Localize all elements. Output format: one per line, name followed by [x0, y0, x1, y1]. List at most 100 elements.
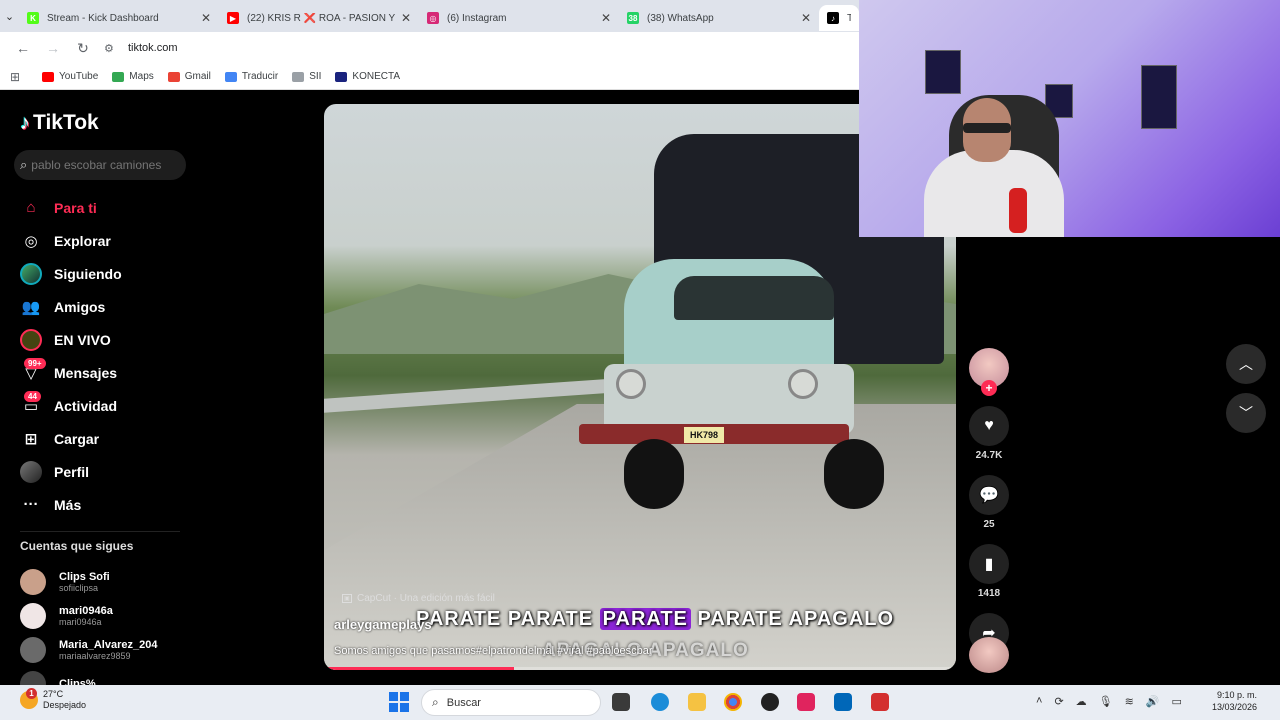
bookmark-item[interactable]: YouTube [42, 71, 98, 82]
browser-tab[interactable]: K Stream - Kick Dashboard ✕ [19, 5, 219, 31]
chrome-icon[interactable] [724, 693, 742, 711]
tiktok-app-icon[interactable] [797, 693, 815, 711]
nav-item[interactable]: ··· Más [20, 488, 190, 521]
wall-poster [1141, 65, 1177, 129]
heart-icon[interactable]: ♥ [969, 406, 1009, 446]
following-account[interactable]: mari0946a mari0946a [20, 599, 190, 633]
browser-tab[interactable]: ▶ (22) KRIS R ❌ ROA - PASION Y ✕ [219, 5, 419, 31]
battery-icon[interactable]: ▭ [1172, 695, 1182, 708]
video-author[interactable]: arleygameplays [334, 617, 432, 632]
sync-icon[interactable]: ⟳ [1054, 695, 1063, 708]
nav-item[interactable]: EN VIVO [20, 323, 190, 356]
follow-plus-icon[interactable]: + [981, 380, 997, 396]
nav-glyph: ⌂ [26, 199, 36, 216]
webcam-overlay [859, 0, 1280, 237]
clock[interactable]: 9:10 p. m. 13/03/2026 [1212, 689, 1257, 713]
video-guardrail [324, 379, 604, 413]
system-tray: ˄ ⟳ ☁ 🎙 ≋ 🔊 ▭ [1036, 695, 1194, 708]
nav-item[interactable]: ⌂ Para ti [20, 191, 190, 224]
following-account[interactable]: Clips Sofi sofiiclipsa [20, 565, 190, 599]
capcut-label[interactable]: ▣ CapCut · Una edición más fácil [342, 593, 495, 604]
nav-item[interactable]: Siguiendo [20, 257, 190, 290]
browser-tab[interactable]: 38 (38) WhatsApp ✕ [619, 5, 819, 31]
search-input[interactable] [31, 158, 172, 172]
comment-icon[interactable]: 💬 [969, 475, 1009, 515]
nav-label: Para ti [54, 199, 97, 216]
close-tab-icon[interactable]: ✕ [401, 11, 411, 25]
windows-taskbar: 1 27°C Despejado ⌕ Buscar ˄ ⟳ ☁ 🎙 ≋ 🔊 ▭ [0, 685, 1280, 720]
nav-item[interactable]: ◎ Explorar [20, 224, 190, 257]
clock-date: 13/03/2026 [1212, 702, 1258, 712]
weather-alert-badge: 1 [26, 688, 37, 699]
forward-icon[interactable]: → [38, 40, 68, 56]
following-title: Cuentas que sigues [20, 539, 134, 553]
weather-widget[interactable]: 1 27°C Despejado [20, 688, 86, 711]
nav-item[interactable]: ▭ 44 Actividad [20, 389, 190, 422]
task-view-icon[interactable] [612, 693, 630, 711]
bookmark-item[interactable]: SII [292, 71, 321, 82]
nav-item[interactable]: ⊞ Cargar [20, 422, 190, 455]
following-avatar [20, 262, 42, 285]
tab-search-icon[interactable]: ⌄ [0, 0, 19, 32]
close-tab-icon[interactable]: ✕ [601, 11, 611, 25]
apps-grid-icon[interactable]: ⊞ [10, 70, 24, 84]
creator-avatar[interactable]: + [969, 348, 1009, 396]
tiktok-sidebar: ♪ TikTok ⌕ ⌂ Para ti ◎ Explorar Siguiendo 👥 Am… [0, 91, 200, 697]
following-list: Clips Sofi sofiiclipsa mari0946a mari0946a M… [20, 565, 190, 701]
windows-start-icon[interactable] [389, 692, 409, 712]
cloud-icon[interactable]: ☁ [1076, 695, 1087, 708]
account-text: Maria_Alvarez_204 mariaalvarez9859 [59, 639, 157, 662]
bookmark-item[interactable]: Maps [112, 71, 154, 82]
video-description[interactable]: Somos amigos que pasamos#elpatrondelmal … [334, 645, 653, 657]
caption-after: PARATE APAGALO [690, 608, 895, 630]
site-settings-icon[interactable]: ⚙ [104, 42, 120, 55]
reload-icon[interactable]: ↻ [68, 40, 98, 57]
account-username: sofiiclipsa [59, 582, 99, 593]
nav-label: EN VIVO [54, 331, 111, 348]
nav-item[interactable]: Perfil [20, 455, 190, 488]
bookmark-item[interactable]: KONECTA [335, 71, 400, 82]
bookmark-item[interactable]: Gmail [167, 71, 211, 82]
edge-icon[interactable] [651, 693, 669, 711]
wifi-icon[interactable]: ≋ [1125, 695, 1134, 708]
nav-item[interactable]: 👥 Amigos [20, 290, 190, 323]
bookmark-item[interactable]: Traducir [224, 71, 278, 82]
bookmark-favicon-icon [224, 71, 237, 82]
volume-icon[interactable]: 🔊 [1146, 695, 1160, 708]
chevron-up-icon[interactable]: ˄ [1036, 695, 1042, 708]
back-icon[interactable]: ← [8, 40, 38, 56]
bookmark-icon[interactable]: ▮ [969, 544, 1009, 584]
video-caption: PARATE PARATE PARATE PARATE APAGALO [416, 608, 894, 631]
url-field[interactable]: ⚙ tiktok.com [104, 42, 178, 55]
account-username: mari0946a [59, 616, 102, 627]
file-explorer-icon[interactable] [688, 693, 706, 711]
following-account[interactable]: Maria_Alvarez_204 mariaalvarez9859 [20, 633, 190, 667]
close-tab-icon[interactable]: ✕ [801, 11, 811, 25]
nav-item[interactable]: ▽ 99+ Mensajes [20, 356, 190, 389]
close-tab-icon[interactable]: ✕ [201, 11, 211, 25]
tiktok-logo[interactable]: ♪ TikTok [20, 111, 99, 135]
browser-tab[interactable]: ◎ (6) Instagram ✕ [419, 5, 619, 31]
anydesk-icon[interactable] [871, 693, 889, 711]
search-icon[interactable]: ⌕ [20, 157, 27, 173]
video-progress-bar[interactable] [324, 667, 956, 670]
account-avatar [20, 603, 46, 629]
comment-action: 💬 25 [966, 475, 1012, 530]
profile-avatar [20, 460, 42, 483]
main-nav: ⌂ Para ti ◎ Explorar Siguiendo 👥 Amigos EN VIVO… [20, 191, 190, 521]
music-disc-avatar[interactable] [969, 637, 1009, 673]
mic-icon[interactable]: 🎙 [1099, 695, 1113, 708]
next-video-button[interactable]: ﹀ [1226, 393, 1266, 433]
browser-tab[interactable]: ♪ T [819, 5, 859, 31]
bookmark-label: KONECTA [352, 71, 401, 82]
address-bar: ← → ↻ ⚙ tiktok.com [0, 32, 859, 64]
clock-time: 9:10 p. m. [1217, 690, 1258, 700]
account-avatar [20, 637, 46, 663]
profile-avatar-icon [20, 460, 42, 483]
store-icon[interactable] [834, 693, 852, 711]
streamer-glasses [963, 123, 1011, 133]
compass-icon: ◎ [20, 230, 42, 252]
obs-icon[interactable] [761, 693, 779, 711]
taskbar-search[interactable]: ⌕ Buscar [421, 689, 601, 716]
previous-video-button[interactable]: ︿ [1226, 344, 1266, 384]
